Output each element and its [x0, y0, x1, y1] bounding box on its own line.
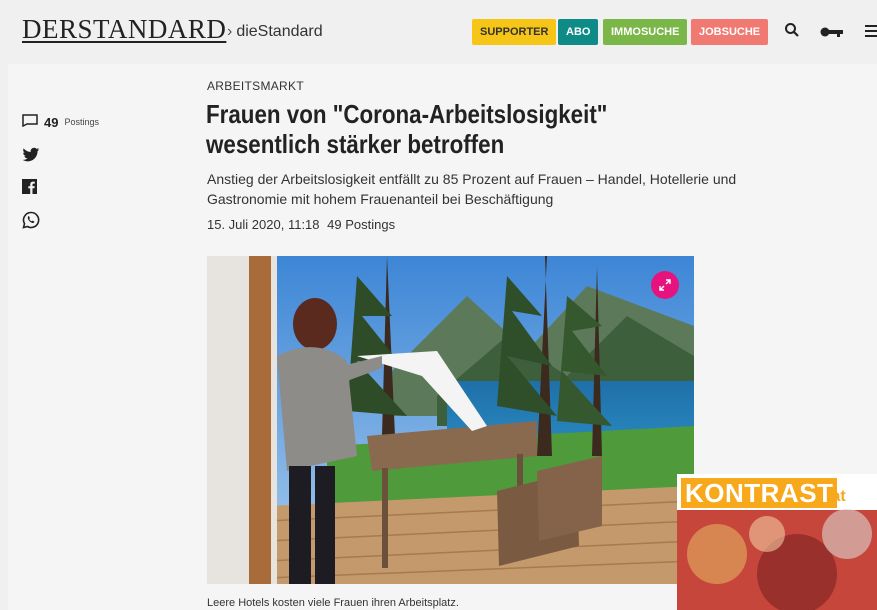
breadcrumb-separator: › [227, 23, 233, 40]
article-date: 15. Juli 2020, 11:18 [207, 217, 320, 232]
twitter-icon[interactable] [22, 147, 40, 168]
image-caption: Leere Hotels kosten viele Frauen ihren A… [207, 597, 459, 609]
breadcrumb-link-diestandard[interactable]: dieStandard [236, 23, 322, 40]
ad-brand: KONTRAST [681, 478, 838, 508]
search-icon[interactable] [784, 22, 800, 43]
article-lead: Anstieg der Arbeitslosigkeit entfällt zu… [207, 171, 737, 207]
facebook-icon[interactable] [22, 179, 37, 199]
breadcrumb: › dieStandard [227, 23, 323, 41]
site-logo[interactable]: DERSTANDARD [22, 14, 226, 45]
article-image[interactable] [207, 256, 694, 584]
immosuche-button[interactable]: IMMOSUCHE [603, 19, 688, 45]
article-meta: 15. Juli 2020, 11:18 49 Postings [207, 217, 395, 232]
jobsuche-button[interactable]: JOBSUCHE [691, 19, 769, 45]
ad-brand-tld: .at [827, 488, 846, 505]
site-header: DERSTANDARD › dieStandard SUPPORTER ABO I… [0, 0, 877, 64]
article-title: Frauen von "Corona-Arbeitslosigkeit" wes… [206, 99, 608, 159]
article-category[interactable]: ARBEITSMARKT [207, 79, 304, 93]
supporter-button[interactable]: SUPPORTER [472, 19, 557, 45]
whatsapp-icon[interactable] [22, 211, 40, 234]
article-postings-link[interactable]: 49 Postings [327, 217, 395, 232]
postings-count: 49 [44, 114, 59, 130]
comment-icon [22, 114, 38, 130]
menu-icon[interactable] [865, 24, 877, 43]
expand-image-button[interactable] [651, 271, 679, 299]
key-icon[interactable] [820, 25, 844, 43]
advertisement[interactable]: KONTRAST .at [677, 474, 877, 610]
expand-icon [659, 279, 671, 291]
postings-link[interactable]: 49 Postings [22, 114, 99, 130]
postings-label: Postings [64, 117, 99, 127]
abo-button[interactable]: ABO [558, 19, 599, 45]
